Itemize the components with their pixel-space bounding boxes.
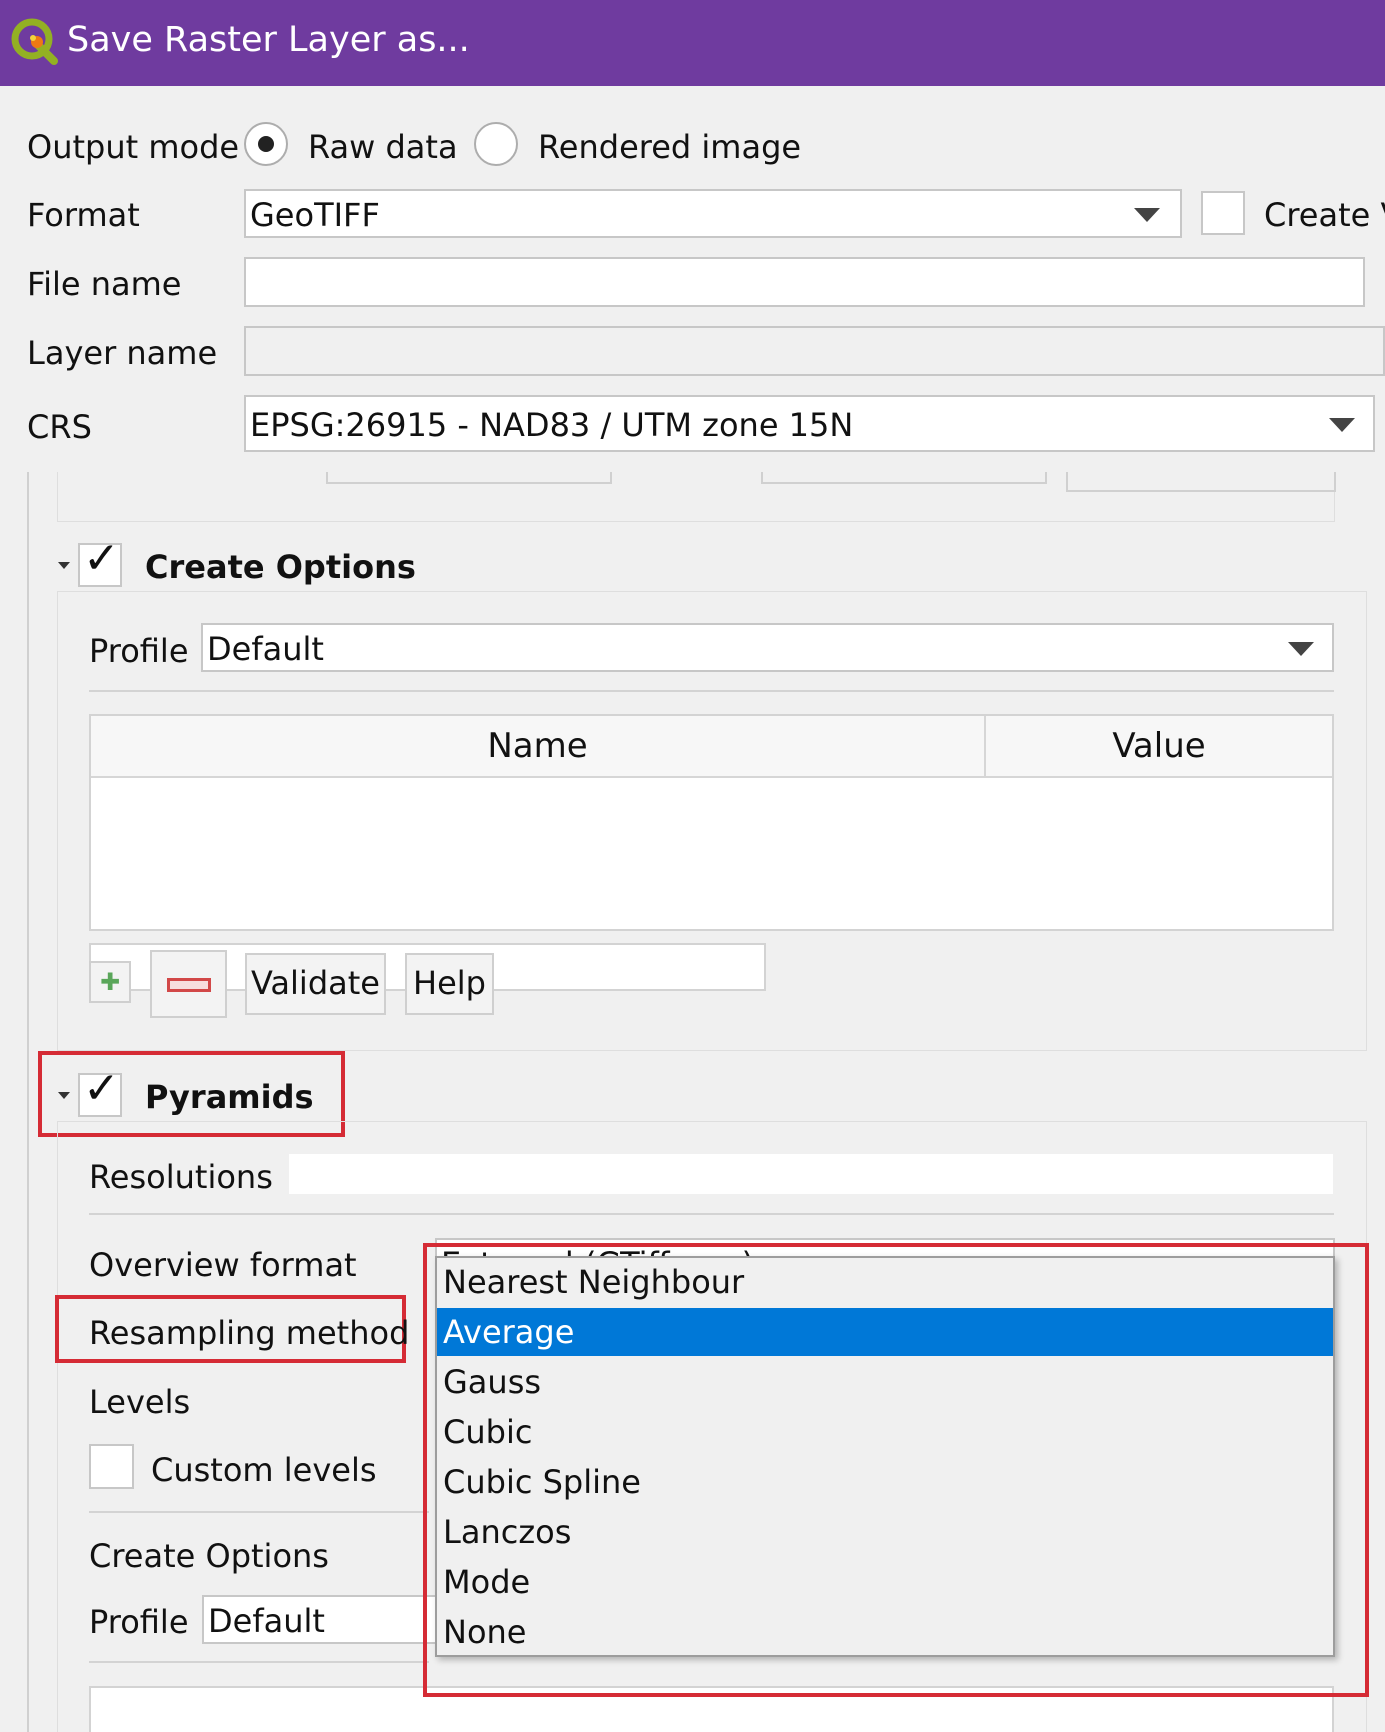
profile-label: Profile (89, 632, 189, 670)
create-vrt-label: Create V (1264, 196, 1385, 234)
rendered-image-label: Rendered image (538, 128, 802, 166)
divider (89, 690, 1334, 692)
custom-levels-label: Custom levels (151, 1451, 377, 1489)
divider (89, 1511, 429, 1513)
pyramid-profile-value: Default (208, 1602, 325, 1640)
minus-icon (167, 978, 211, 992)
pyramids-title: Pyramids (145, 1078, 314, 1116)
crs-label: CRS (27, 408, 92, 446)
pyramids-checkbox[interactable]: ✓ (78, 1067, 122, 1117)
resolutions-field (287, 1152, 1335, 1196)
create-options-title: Create Options (145, 548, 416, 586)
pyramid-create-options-label: Create Options (89, 1537, 329, 1575)
resolutions-label: Resolutions (89, 1158, 273, 1196)
levels-label: Levels (89, 1383, 191, 1421)
format-label: Format (27, 196, 140, 234)
extent-button-remnant (1066, 472, 1336, 492)
divider (89, 1213, 1334, 1215)
column-header-value[interactable]: Value (986, 716, 1332, 778)
window-title: Save Raster Layer as... (67, 20, 470, 60)
rendered-image-radio[interactable] (474, 122, 518, 166)
extent-field-remnant (761, 472, 1047, 484)
plus-icon: ✚ (99, 968, 121, 996)
file-name-input[interactable] (244, 257, 1365, 307)
collapse-arrow-icon[interactable] (58, 562, 70, 569)
overview-format-label: Overview format (89, 1246, 357, 1284)
validate-button[interactable]: Validate (245, 953, 386, 1015)
column-header-name[interactable]: Name (91, 716, 986, 778)
chevron-down-icon (1134, 208, 1160, 222)
pyramid-profile-combo[interactable]: Default (202, 1595, 442, 1644)
crs-combo[interactable]: EPSG:26915 - NAD83 / UTM zone 15N (244, 395, 1375, 452)
chevron-down-icon (1329, 418, 1355, 432)
custom-levels-checkbox[interactable] (89, 1444, 134, 1489)
output-mode-label: Output mode (27, 128, 240, 166)
options-table[interactable]: Name Value (89, 714, 1334, 931)
pyramid-profile-label: Profile (89, 1603, 189, 1641)
divider (89, 1661, 429, 1663)
format-combo[interactable]: GeoTIFF (244, 189, 1182, 238)
crs-value: EPSG:26915 - NAD83 / UTM zone 15N (250, 406, 854, 444)
remove-option-button[interactable] (150, 950, 227, 1018)
resampling-method-label: Resampling method (89, 1314, 410, 1352)
highlight-box (423, 1243, 1369, 1697)
profile-value: Default (207, 630, 324, 668)
layer-name-input (244, 326, 1385, 376)
layer-name-label: Layer name (27, 334, 218, 372)
raw-data-radio[interactable] (244, 122, 288, 166)
help-button[interactable]: Help (405, 953, 494, 1015)
scroll-area-edge (27, 472, 29, 1732)
create-vrt-checkbox[interactable] (1201, 191, 1245, 235)
create-options-checkbox[interactable]: ✓ (78, 537, 122, 587)
qgis-logo-icon (11, 18, 58, 65)
format-value: GeoTIFF (250, 196, 380, 234)
raw-data-label: Raw data (308, 128, 458, 166)
profile-combo[interactable]: Default (201, 623, 1334, 672)
add-option-button[interactable]: ✚ (89, 961, 131, 1003)
collapse-arrow-icon[interactable] (58, 1092, 70, 1099)
file-name-label: File name (27, 265, 182, 303)
title-bar: Save Raster Layer as... (0, 0, 1385, 86)
extent-field-remnant (326, 472, 612, 484)
chevron-down-icon (1288, 642, 1314, 656)
